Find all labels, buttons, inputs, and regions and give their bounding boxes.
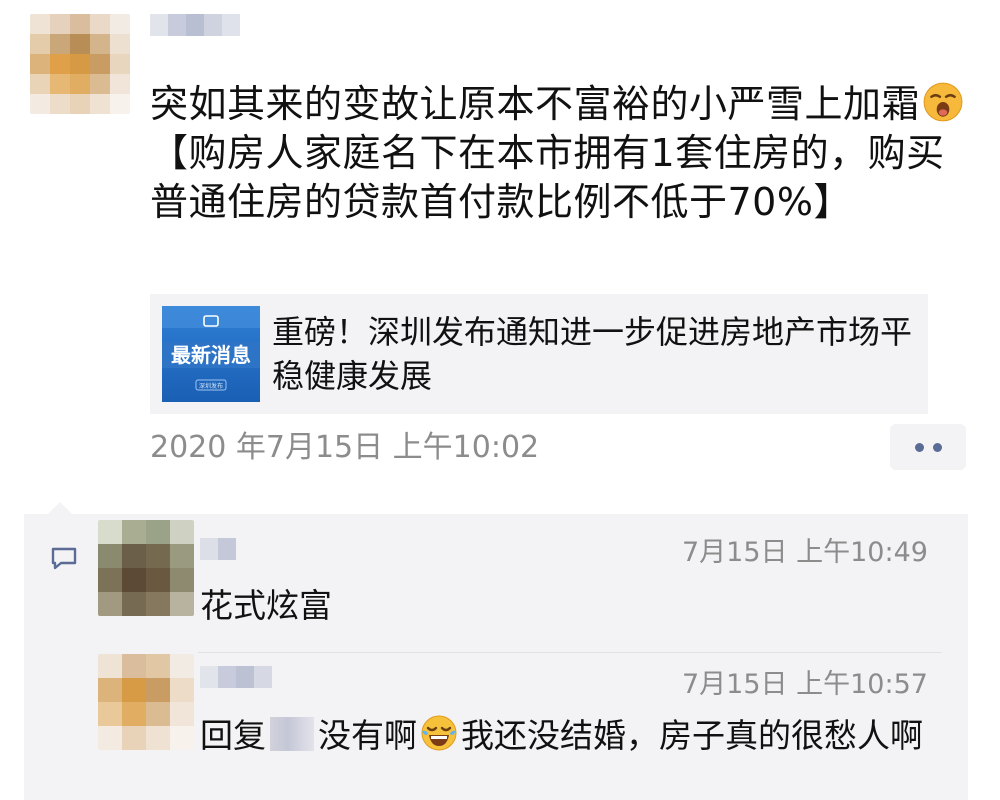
- post-timestamp: 2020 年7月15日 上午10:02: [150, 430, 540, 465]
- poster-avatar[interactable]: [30, 14, 130, 114]
- reply-text-part-2: 我还没结婚，房子真的很愁人啊: [461, 716, 923, 755]
- post-text-part-1: 突如其来的变故让原本不富裕的小严雪上加霜: [150, 82, 921, 126]
- yawning-face-emoji-icon: [923, 82, 963, 122]
- comment-text: 花式炫富: [200, 586, 332, 625]
- article-title: 重磅！深圳发布通知进一步促进房地产市场平稳健康发展: [272, 313, 913, 395]
- comment-bubble-icon: [51, 547, 77, 570]
- commenter-nickname[interactable]: [200, 538, 236, 560]
- reply-target-nickname[interactable]: [270, 717, 314, 751]
- thumbnail-headline: 最新消息: [171, 343, 251, 367]
- replier-avatar[interactable]: [98, 654, 194, 750]
- more-options-button[interactable]: [890, 424, 966, 470]
- article-thumbnail: 最新消息 深圳发布: [162, 306, 260, 402]
- post-text-part-2: 【购房人家庭名下在本市拥有1套住房的，购买普通住房的贷款首付款比例不低于70%】: [150, 131, 945, 224]
- reply-text-part-1: 没有啊: [318, 716, 417, 755]
- poster-nickname[interactable]: [150, 14, 240, 36]
- article-link-card[interactable]: 最新消息 深圳发布 重磅！深圳发布通知进一步促进房地产市场平稳健康发展: [150, 294, 928, 414]
- comment-time: 7月15日 上午10:57: [682, 669, 928, 700]
- comments-pointer: [48, 502, 72, 514]
- commenter-avatar[interactable]: [98, 520, 194, 616]
- replier-nickname[interactable]: [200, 666, 272, 688]
- thumbnail-caption: 深圳发布: [199, 382, 223, 390]
- comment-divider: [198, 652, 942, 653]
- reply-text: 回复 没有啊 我还没结婚，房子真的很愁人啊: [200, 712, 942, 760]
- reply-prefix: 回复: [200, 716, 266, 755]
- more-dots-icon: [932, 442, 942, 452]
- post-text: 突如其来的变故让原本不富裕的小严雪上加霜【购房人家庭名下在本市拥有1套住房的，购…: [150, 80, 970, 227]
- comment-time: 7月15日 上午10:49: [682, 537, 928, 568]
- tears-of-joy-emoji-icon: [421, 715, 457, 751]
- more-dots-icon: [914, 442, 924, 452]
